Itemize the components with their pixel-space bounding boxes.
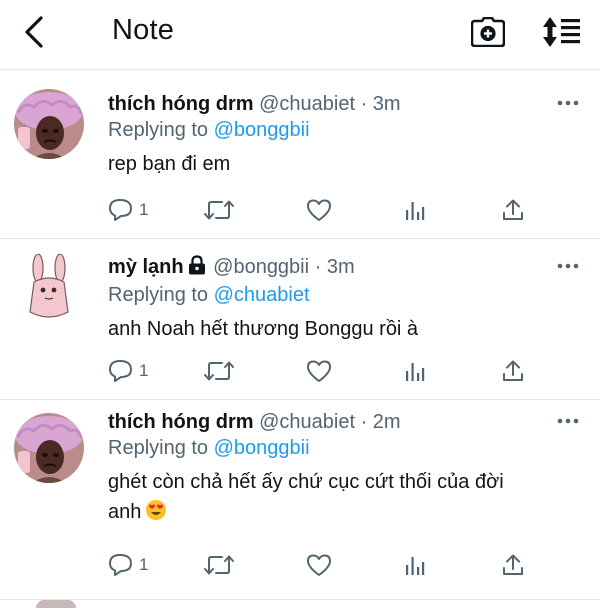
share-button[interactable]	[502, 356, 524, 386]
replying-to-mention[interactable]: @chuabiet	[214, 284, 310, 306]
views-button[interactable]	[404, 356, 426, 386]
views-chart-icon	[406, 202, 425, 220]
avatar[interactable]	[14, 89, 84, 159]
reply-button[interactable]: 1	[108, 195, 148, 225]
chevron-left-icon	[25, 16, 43, 48]
views-button[interactable]	[404, 550, 426, 580]
more-options-button[interactable]	[550, 93, 586, 113]
like-button[interactable]	[306, 356, 332, 386]
replying-to-label: Replying to	[108, 437, 209, 459]
replying-to-mention[interactable]: @bonggbii	[214, 437, 310, 459]
reply-button[interactable]: 1	[108, 550, 148, 580]
share-icon	[503, 554, 523, 575]
retweet-button[interactable]	[204, 356, 234, 386]
sort-replies-button[interactable]	[538, 10, 586, 54]
display-name[interactable]: thích hóng drm	[108, 411, 254, 433]
reply-tweet[interactable]: mỳ lạnh @bonggbii · 3m Replying to @chua…	[0, 240, 600, 400]
reply-icon	[109, 360, 132, 382]
reply-button[interactable]: 1	[108, 356, 148, 386]
share-icon	[503, 360, 523, 381]
retweet-button[interactable]	[204, 195, 234, 225]
tweet-meta: mỳ lạnh @bonggbii · 3m	[108, 254, 580, 282]
more-options-button[interactable]	[550, 411, 586, 431]
replying-to-line: Replying to @bonggbii	[108, 435, 580, 461]
more-options-button[interactable]	[550, 256, 586, 276]
retweet-icon	[204, 555, 234, 575]
sort-icon	[543, 17, 580, 47]
replying-to-mention[interactable]: @bonggbii	[214, 119, 310, 141]
views-chart-icon	[406, 557, 425, 575]
reply-icon	[109, 554, 132, 576]
tweet-meta: thích hóng drm @chuabiet · 2m	[108, 409, 580, 435]
views-button[interactable]	[404, 195, 426, 225]
avatar-bunny-drawing	[14, 252, 84, 322]
user-handle[interactable]: @bonggbii	[213, 256, 309, 278]
display-name[interactable]: thích hóng drm	[108, 93, 254, 115]
retweet-icon	[204, 200, 234, 220]
replying-to-label: Replying to	[108, 284, 209, 306]
replying-to-line: Replying to @bonggbii	[108, 117, 580, 143]
tweet-text-line-1: ghét còn chả hết ấy chứ cục cứt thối của…	[108, 471, 504, 493]
tweet-text-line-2-text: anh	[108, 501, 142, 523]
more-icon	[557, 263, 579, 269]
page-title: Note	[112, 14, 175, 46]
avatar-photo	[14, 413, 84, 483]
more-icon	[557, 418, 579, 424]
top-bar: Note	[0, 0, 600, 70]
share-button[interactable]	[502, 195, 524, 225]
avatar[interactable]	[14, 413, 84, 483]
like-button[interactable]	[306, 195, 332, 225]
share-icon	[503, 199, 523, 220]
reply-icon	[109, 199, 132, 221]
timestamp: · 3m	[314, 256, 355, 278]
avatar[interactable]	[14, 252, 84, 322]
user-handle[interactable]: @chuabiet	[259, 411, 355, 433]
lock-icon	[188, 255, 206, 282]
heart-eyes-emoji-icon	[145, 499, 167, 530]
user-handle[interactable]: @chuabiet	[259, 93, 355, 115]
reply-tweet[interactable]: thích hóng drm @chuabiet · 3m Replying t…	[0, 71, 600, 239]
heart-icon	[307, 360, 331, 382]
tweet-text-line-2: anh	[108, 497, 580, 530]
reply-count: 1	[139, 555, 149, 574]
heart-icon	[307, 199, 331, 221]
retweet-icon	[204, 361, 234, 381]
next-reply-avatar-peek	[36, 600, 76, 608]
tweet-actions: 1	[108, 550, 538, 580]
tweet-text: rep bạn đi em	[108, 153, 231, 175]
reply-count: 1	[139, 200, 149, 219]
heart-icon	[307, 554, 331, 576]
share-button[interactable]	[502, 550, 524, 580]
views-chart-icon	[406, 363, 425, 381]
reply-tweet[interactable]: thích hóng drm @chuabiet · 2m Replying t…	[0, 401, 600, 600]
camera-add-icon	[471, 17, 505, 47]
replying-to-line: Replying to @chuabiet	[108, 282, 580, 308]
camera-button[interactable]	[466, 10, 510, 54]
avatar-photo	[14, 89, 84, 159]
back-button[interactable]	[14, 12, 54, 52]
retweet-button[interactable]	[204, 550, 234, 580]
tweet-text: anh Noah hết thương Bonggu rồi à	[108, 318, 419, 340]
like-button[interactable]	[306, 550, 332, 580]
reply-count: 1	[139, 361, 149, 380]
tweet-meta: thích hóng drm @chuabiet · 3m	[108, 91, 580, 117]
more-icon	[557, 100, 579, 106]
display-name[interactable]: mỳ lạnh	[108, 256, 184, 278]
tweet-text: ghét còn chả hết ấy chứ cục cứt thối của…	[108, 467, 580, 530]
tweet-actions: 1	[108, 195, 538, 225]
timestamp: · 3m	[360, 93, 401, 115]
replying-to-label: Replying to	[108, 119, 209, 141]
tweet-actions: 1	[108, 356, 538, 386]
timestamp: · 2m	[360, 411, 401, 433]
